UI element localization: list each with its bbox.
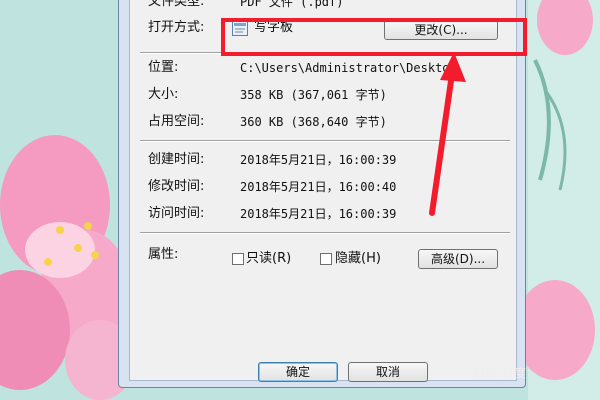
readonly-checkbox[interactable] [232, 253, 244, 265]
advanced-button[interactable]: 高级(D)... [418, 249, 498, 269]
modified-value: 2018年5月21日，16:00:40 [240, 180, 397, 194]
accessed-label: 访问时间: [148, 206, 205, 221]
size-value: 358 KB (367,061 字节) [240, 88, 387, 102]
size-on-disk-value: 360 KB (368,640 字节) [240, 115, 387, 129]
separator [140, 140, 510, 142]
ok-button[interactable]: 确定 [258, 362, 338, 382]
created-label: 创建时间: [148, 152, 205, 167]
hidden-checkbox[interactable] [320, 253, 332, 265]
location-value: C:\Users\Administrator\Desktop [240, 61, 457, 75]
location-label: 位置: [148, 60, 179, 75]
file-type-label: 文件类型: [148, 0, 205, 9]
watermark: 经验·百度 [474, 366, 526, 380]
readonly-label[interactable]: 只读(R) [246, 251, 291, 267]
file-properties-dialog: 文件类型: PDF 文件 (.pdf) 打开方式: 写字板 更改(C)... 位… [118, 0, 526, 388]
size-on-disk-label: 占用空间: [148, 114, 205, 129]
modified-label: 修改时间: [148, 179, 205, 194]
size-label: 大小: [148, 87, 179, 102]
accessed-value: 2018年5月21日，16:00:39 [240, 207, 397, 221]
cancel-button[interactable]: 取消 [348, 362, 428, 382]
created-value: 2018年5月21日，16:00:39 [240, 153, 397, 167]
attributes-label: 属性: [148, 247, 179, 262]
general-tab-panel: 文件类型: PDF 文件 (.pdf) 打开方式: 写字板 更改(C)... 位… [129, 0, 517, 382]
file-type-value: PDF 文件 (.pdf) [240, 0, 344, 9]
separator [140, 232, 510, 234]
hidden-label[interactable]: 隐藏(H) [335, 251, 381, 267]
highlight-box [221, 18, 527, 56]
opens-with-label: 打开方式: [148, 20, 205, 35]
